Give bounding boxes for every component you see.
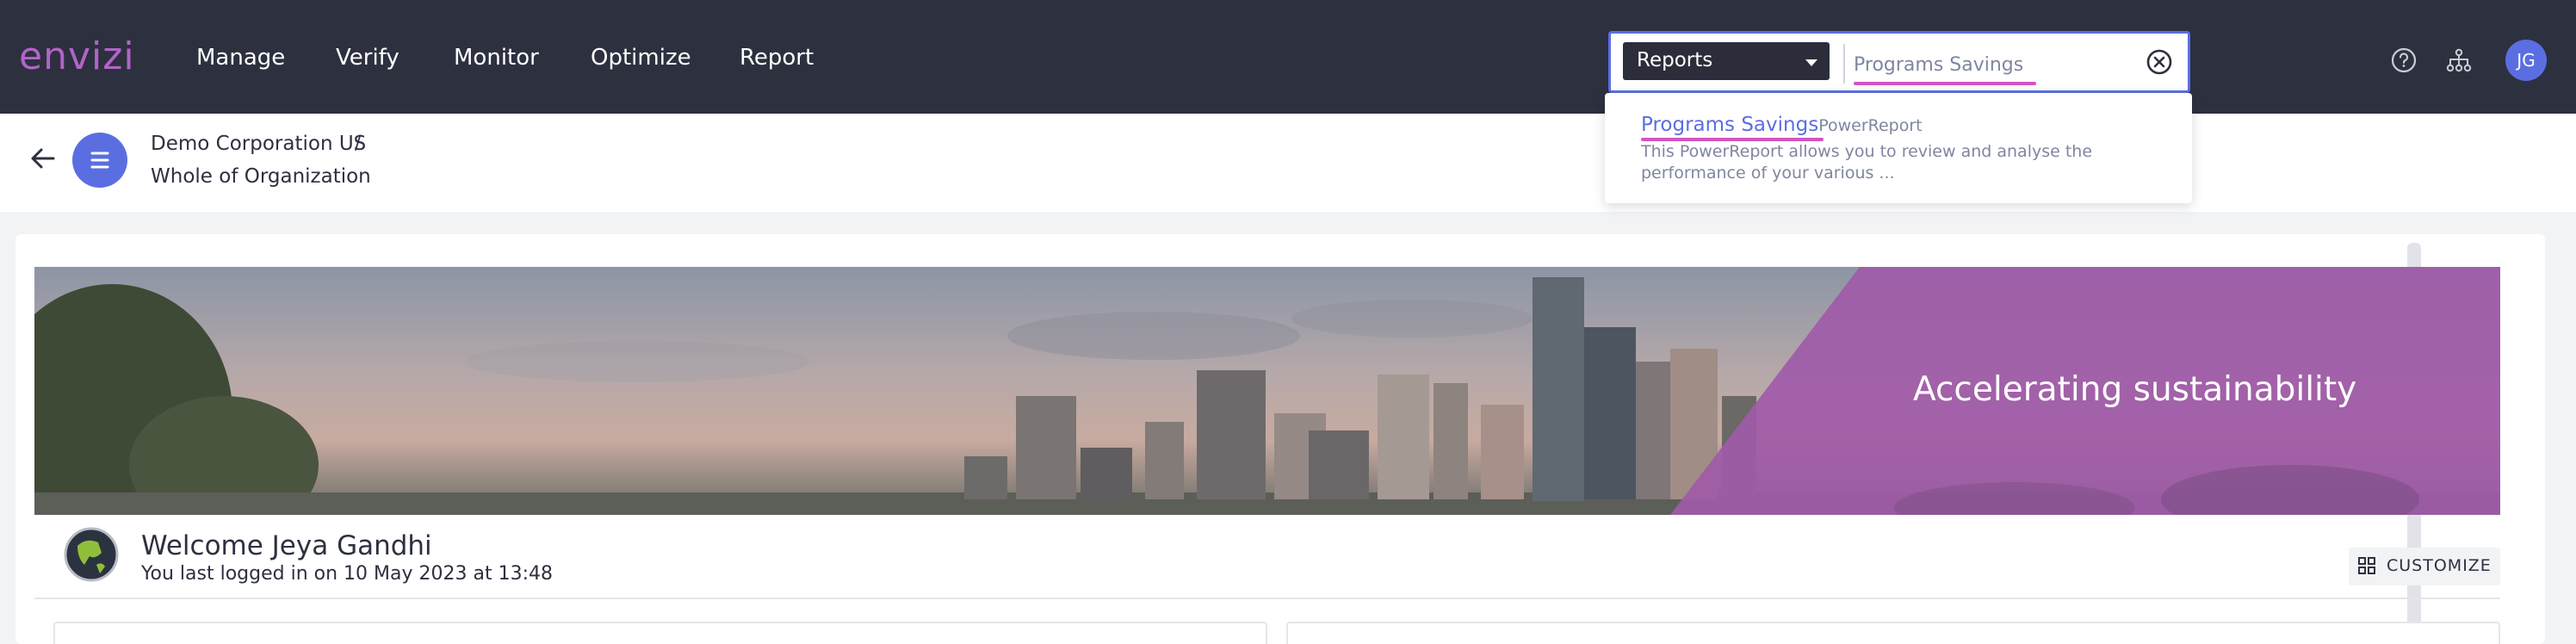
chevron-down-icon [1805, 59, 1817, 66]
nav-item-optimize[interactable]: Optimize [591, 45, 691, 71]
breadcrumb-scope[interactable]: Whole of Organization [151, 165, 371, 188]
section-divider [34, 598, 2500, 599]
close-circle-icon[interactable] [2145, 47, 2174, 77]
search-result-type: PowerReport [1818, 116, 1923, 135]
breadcrumb-separator: / [355, 133, 362, 154]
nav-item-report[interactable]: Report [740, 45, 814, 71]
hierarchy-icon[interactable] [2445, 46, 2473, 74]
nav-item-monitor[interactable]: Monitor [454, 45, 539, 71]
global-search-box: Reports [1608, 31, 2190, 93]
search-result-description: This PowerReport allows you to review an… [1641, 142, 2093, 183]
customize-button[interactable]: CUSTOMIZE [2349, 548, 2500, 585]
globe-icon [64, 527, 119, 582]
search-results-dropdown: Programs SavingsPowerReport This PowerRe… [1605, 93, 2192, 203]
nav-item-manage[interactable]: Manage [196, 45, 285, 71]
back-arrow-icon[interactable] [28, 143, 59, 174]
user-avatar[interactable]: JG [2505, 40, 2547, 81]
search-match-highlight [1854, 82, 2036, 85]
breadcrumb-organization[interactable]: Demo Corporation US [151, 133, 366, 155]
welcome-title: Welcome Jeya Gandhi [141, 530, 432, 561]
grid-icon [2358, 557, 2375, 574]
nav-item-verify[interactable]: Verify [336, 45, 399, 71]
search-input[interactable] [1854, 49, 2112, 80]
dashboard-widget-right [1286, 622, 2500, 644]
banner-title: Accelerating sustainability [1913, 370, 2357, 409]
menu-icon [90, 152, 109, 169]
search-divider [1843, 44, 1845, 84]
search-scope-label: Reports [1637, 49, 1713, 71]
last-login-text: You last logged in on 10 May 2023 at 13:… [141, 563, 553, 585]
search-result-title: Programs Savings [1641, 114, 1819, 136]
organization-menu-button[interactable] [72, 133, 127, 188]
customize-label: CUSTOMIZE [2387, 556, 2492, 575]
help-circle-icon[interactable] [2390, 46, 2418, 74]
hero-banner: Accelerating sustainability [34, 267, 2500, 515]
dashboard-widget-left [53, 622, 1267, 644]
envizi-logo[interactable]: envizi [19, 34, 135, 78]
search-result-title-row: Programs SavingsPowerReport [1641, 114, 1923, 136]
search-scope-select[interactable]: Reports [1623, 42, 1830, 80]
